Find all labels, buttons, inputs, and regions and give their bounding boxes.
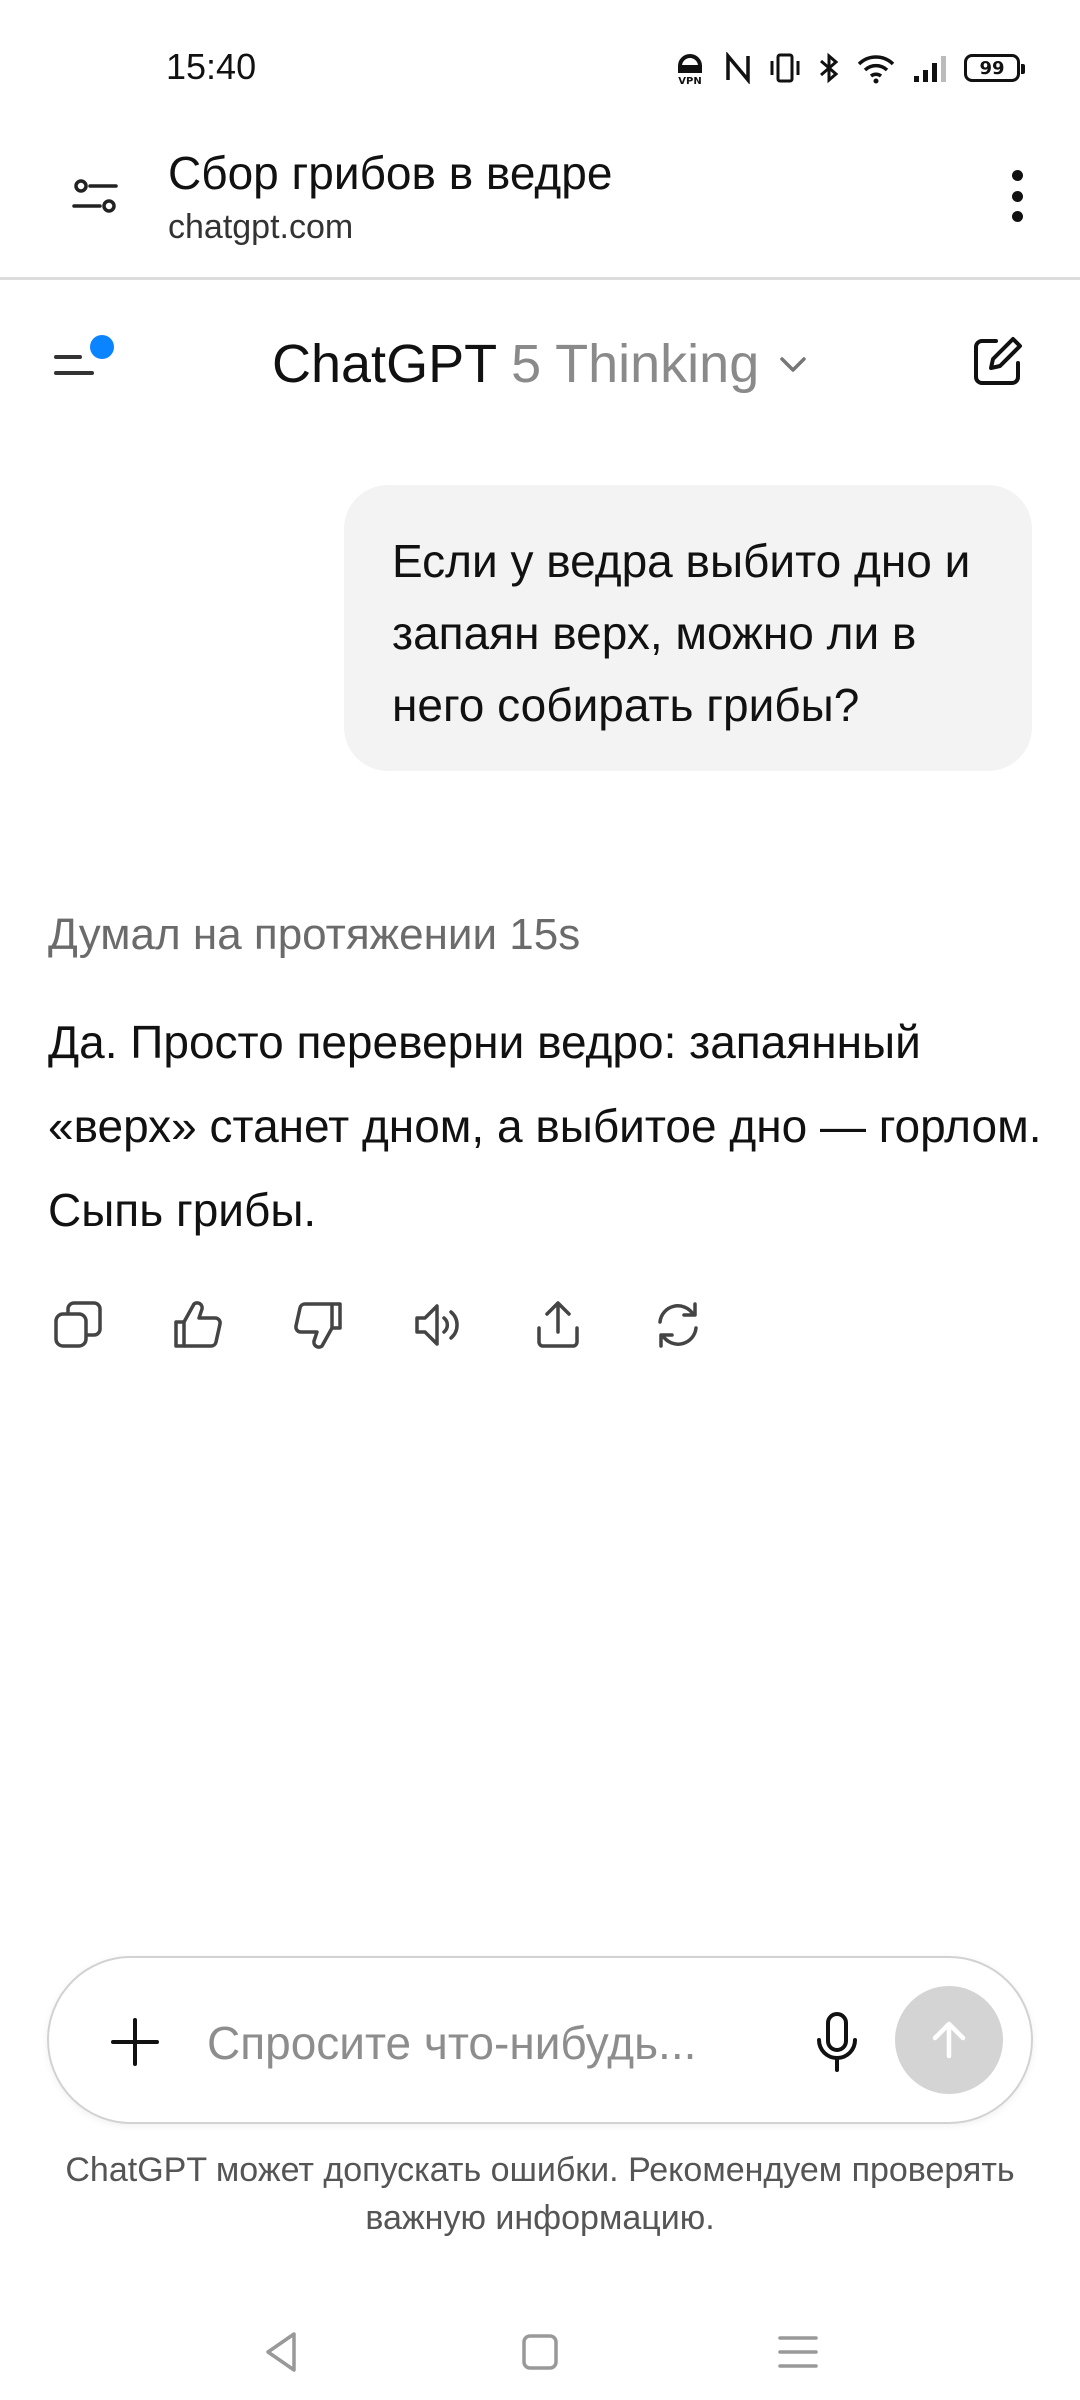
recents-icon[interactable] — [768, 2322, 828, 2382]
vibrate-icon — [770, 53, 800, 83]
share-button[interactable] — [528, 1295, 588, 1355]
home-icon[interactable] — [510, 2322, 570, 2382]
model-name: 5 Thinking — [511, 334, 760, 394]
status-bar: 15:40 VPN 99 — [0, 0, 1080, 130]
dot-icon — [1011, 190, 1023, 202]
dot-icon — [1011, 211, 1023, 222]
sidebar-menu-button[interactable] — [52, 333, 122, 393]
read-aloud-icon — [415, 1304, 459, 1346]
nfc-icon — [726, 52, 750, 84]
regenerate-icon — [658, 1302, 698, 1348]
browser-page-title: Сбор грибов в ведре — [168, 147, 613, 199]
user-message: Если у ведра выбито дно и запаян верх, м… — [344, 485, 1032, 771]
copy-button[interactable] — [48, 1295, 108, 1355]
status-time: 15:40 — [166, 46, 257, 87]
bluetooth-icon — [820, 52, 839, 84]
app-name: ChatGPT — [272, 334, 498, 394]
back-icon[interactable] — [252, 2322, 312, 2382]
chevron-down-icon — [780, 357, 806, 372]
message-input[interactable] — [207, 2008, 727, 2078]
signal-icon — [914, 56, 946, 82]
read-aloud-button[interactable] — [408, 1295, 468, 1355]
thinking-duration[interactable]: Думал на протяжении 15s — [48, 910, 580, 960]
plus-icon[interactable] — [105, 2012, 165, 2072]
thumbs-down-button[interactable] — [288, 1295, 348, 1355]
notification-dot — [90, 335, 114, 359]
site-settings-icon[interactable] — [70, 170, 122, 222]
battery-icon: 99 — [964, 54, 1025, 82]
thumbs-down-icon — [294, 1302, 342, 1349]
message-actions — [48, 1290, 768, 1360]
share-icon — [537, 1301, 579, 1348]
svg-text:VPN: VPN — [678, 76, 701, 86]
send-button[interactable] — [895, 1986, 1003, 2094]
browser-url[interactable]: chatgpt.com — [168, 208, 353, 247]
vpn-icon: VPN — [678, 54, 702, 86]
thumbs-up-button[interactable] — [168, 1295, 228, 1355]
status-icons: VPN 99 — [672, 48, 1025, 88]
microphone-icon[interactable] — [807, 2008, 867, 2078]
arrow-up-icon — [932, 2021, 966, 2059]
assistant-message: Да. Просто переверни ведро: запаянный «в… — [48, 1016, 1042, 1236]
wifi-icon — [857, 55, 895, 84]
chat-header: ChatGPT 5 Thinking — [0, 283, 1080, 433]
thumbs-up-icon — [174, 1301, 222, 1348]
browser-bar: Сбор грибов в ведре chatgpt.com — [0, 130, 1080, 280]
new-chat-button[interactable] — [968, 331, 1028, 391]
copy-icon — [54, 1301, 102, 1348]
message-composer — [47, 1956, 1033, 2124]
regenerate-button[interactable] — [648, 1295, 708, 1355]
dot-icon — [1011, 170, 1023, 181]
model-selector[interactable]: ChatGPT 5 Thinking — [272, 329, 811, 399]
chatgpt-screen: 15:40 VPN 99 Сбор грибов в ведре chatgpt… — [0, 0, 1080, 2400]
system-nav-bar — [0, 2300, 1080, 2400]
disclaimer: ChatGPT может допускать ошибки. Рекоменд… — [65, 2151, 1015, 2237]
browser-menu-button[interactable] — [1002, 166, 1032, 226]
